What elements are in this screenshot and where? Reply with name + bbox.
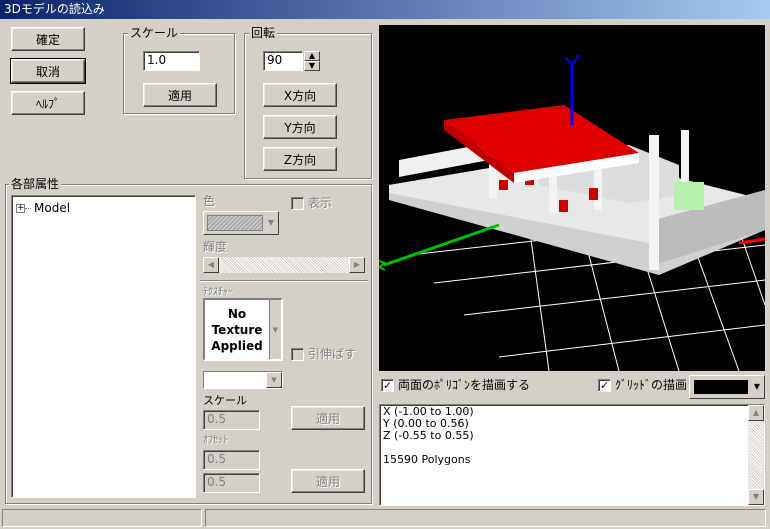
texture-scale-apply-button[interactable]: 適用 — [291, 406, 365, 430]
spin-up-button[interactable]: ▲ — [304, 51, 320, 61]
z-direction-button[interactable]: Z方向 — [263, 147, 337, 171]
color-dropdown[interactable]: ▼ — [203, 211, 279, 235]
texture-preview-text: No Texture Applied — [211, 307, 263, 353]
scale-apply-button[interactable]: 適用 — [143, 83, 217, 107]
rotation-group-label: 回転 — [249, 26, 278, 40]
title-bar: 3Dモデルの読込み — [0, 0, 770, 19]
z-axis-label — [379, 260, 388, 271]
x-direction-button[interactable]: X方向 — [263, 83, 337, 107]
separator — [200, 280, 368, 282]
show-label: 表示 — [308, 196, 333, 210]
color-swatch — [207, 215, 263, 231]
confirm-button[interactable]: 確定 — [11, 27, 85, 51]
texture-select[interactable]: ▼ — [203, 371, 283, 389]
y-axis-label — [564, 54, 580, 73]
z-axis — [383, 223, 500, 267]
background-color-swatch — [694, 380, 748, 394]
window-title: 3Dモデルの読込み — [4, 2, 105, 16]
grid-checkbox[interactable]: ✓ — [598, 379, 611, 392]
model-info-textarea[interactable]: X (-1.00 to 1.00) Y (0.00 to 0.56) Z (-0.5… — [379, 404, 765, 506]
stretch-label: 引伸ばす — [308, 347, 357, 361]
status-segment-1 — [2, 509, 202, 527]
status-segment-2 — [205, 509, 766, 527]
3d-viewport[interactable] — [379, 25, 765, 371]
model-info-text: X (-1.00 to 1.00) Y (0.00 to 0.56) Z (-0.5… — [383, 405, 474, 466]
background-color-dropdown[interactable]: ▼ — [689, 375, 765, 399]
scroll-up-icon[interactable]: ▲ — [748, 405, 764, 421]
grid-label: ｸﾞﾘｯﾄﾞの描画 — [615, 378, 688, 392]
x-axis — [738, 237, 765, 245]
chevron-down-icon[interactable]: ▼ — [266, 372, 282, 388]
scale-input[interactable]: 1.0 — [143, 51, 200, 71]
vertical-scrollbar[interactable]: ▲ ▼ — [748, 405, 764, 505]
spin-down-button[interactable]: ▼ — [304, 61, 320, 71]
kiosk — [674, 182, 704, 210]
color-label: 色 — [203, 194, 216, 208]
cancel-button[interactable]: 取消 — [10, 58, 86, 84]
scroll-down-icon[interactable]: ▼ — [748, 489, 764, 505]
brightness-label: 輝度 — [203, 240, 228, 254]
help-button[interactable]: ﾍﾙﾌﾟ — [11, 91, 85, 115]
brightness-slider[interactable]: ◀ ▶ — [203, 257, 365, 273]
tree-connector — [25, 207, 31, 209]
offset-label: ｵﾌｾｯﾄ — [203, 435, 228, 446]
chevron-down-icon: ▼ — [753, 382, 761, 391]
texture-scale-label: スケール — [203, 394, 247, 407]
show-checkbox[interactable] — [291, 197, 304, 210]
offset-apply-button[interactable]: 適用 — [291, 469, 365, 493]
offset-y-input[interactable]: 0.5 — [203, 473, 260, 493]
y-direction-button[interactable]: Y方向 — [263, 115, 337, 139]
chevron-down-icon: ▼ — [267, 218, 275, 227]
rotation-input[interactable]: 90 — [263, 51, 303, 71]
offset-x-input[interactable]: 0.5 — [203, 450, 260, 470]
parts-group-label: 各部属性 — [9, 177, 62, 191]
texture-preview[interactable]: No Texture Applied ▼ — [203, 298, 283, 361]
double-sided-checkbox[interactable]: ✓ — [381, 379, 394, 392]
scroll-right-icon[interactable]: ▶ — [349, 257, 365, 273]
scale-group-label: スケール — [128, 26, 181, 40]
double-sided-label: 両面のﾎﾟﾘｺﾞﾝを描画する — [398, 378, 531, 392]
texture-scale-input[interactable]: 0.5 — [203, 410, 260, 430]
parts-tree[interactable]: + Model — [11, 195, 196, 498]
tree-item-label: Model — [34, 201, 71, 215]
expand-icon[interactable]: + — [16, 203, 25, 213]
scroll-left-icon[interactable]: ◀ — [203, 257, 219, 273]
3d-scene — [379, 54, 765, 371]
tree-item-model[interactable]: + Model — [16, 201, 70, 215]
stretch-checkbox[interactable] — [291, 348, 304, 361]
chevron-down-icon[interactable]: ▼ — [269, 300, 281, 359]
